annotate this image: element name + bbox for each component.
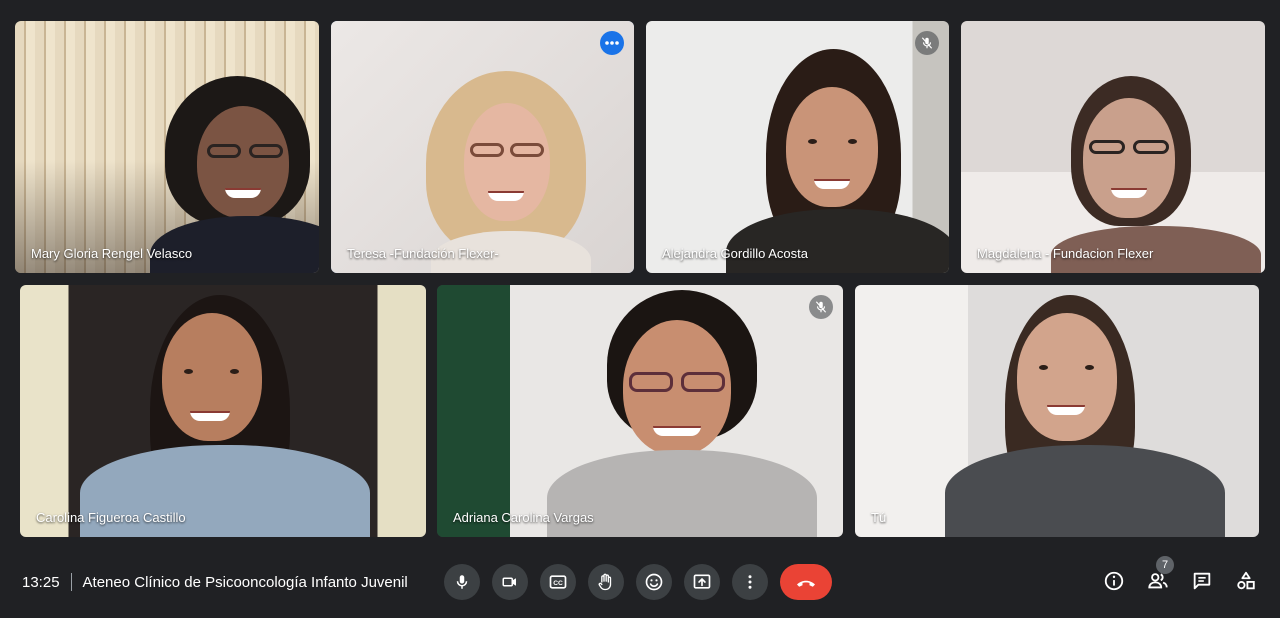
participant-figure	[150, 76, 319, 273]
camera-icon	[502, 577, 516, 587]
chat-button[interactable]	[1190, 569, 1214, 593]
participant-figure	[726, 49, 949, 273]
participant-figure	[945, 295, 1225, 537]
meeting-time: 13:25	[22, 573, 60, 591]
closed-captions-icon: CC	[549, 575, 567, 589]
info-icon	[1104, 571, 1124, 591]
participant-name: Teresa -Fundación Flexer-	[347, 246, 499, 261]
side-panel-buttons: 7	[1102, 556, 1258, 593]
participant-tile[interactable]: Carolina Figueroa Castillo	[20, 285, 426, 537]
participant-name: Adriana Carolina Vargas	[453, 510, 594, 525]
meet-call-screen: Mary Gloria Rengel Velasco Teresa -Funda…	[0, 0, 1280, 618]
end-call-button[interactable]	[780, 564, 832, 600]
end-call-icon	[797, 580, 815, 587]
muted-badge	[915, 31, 939, 55]
divider	[70, 573, 72, 591]
participant-tile-active[interactable]: Teresa -Fundación Flexer-	[331, 21, 634, 273]
participant-tile[interactable]: Alejandra Gordillo Acosta	[646, 21, 949, 273]
mic-off-icon	[921, 37, 933, 49]
present-screen-icon	[693, 574, 711, 589]
participant-figure	[426, 71, 596, 273]
captions-button[interactable]: CC	[540, 564, 576, 600]
self-view-tile[interactable]: Tú	[855, 285, 1259, 537]
participant-name: Mary Gloria Rengel Velasco	[31, 246, 193, 261]
meeting-info: 13:25 Ateneo Clínico de Psicooncología I…	[22, 573, 408, 591]
camera-button[interactable]	[492, 564, 528, 600]
raise-hand-button[interactable]	[588, 564, 624, 600]
call-controls: CC	[444, 564, 832, 600]
people-button[interactable]: 7	[1146, 556, 1174, 593]
activities-icon	[1237, 571, 1255, 590]
participant-figure	[80, 295, 380, 537]
participant-tile[interactable]: Magdalena - Fundacion Flexer	[961, 21, 1265, 273]
participant-figure	[1051, 76, 1261, 273]
meeting-details-button[interactable]	[1102, 569, 1126, 593]
svg-text:CC: CC	[553, 580, 563, 587]
microphone-button[interactable]	[444, 564, 480, 600]
raise-hand-icon	[598, 573, 612, 591]
chat-icon	[1193, 572, 1211, 590]
more-options-badge[interactable]	[600, 31, 624, 55]
bottom-toolbar: 13:25 Ateneo Clínico de Psicooncología I…	[0, 550, 1280, 618]
emoji-button[interactable]	[636, 564, 672, 600]
muted-badge	[809, 295, 833, 319]
participant-tile[interactable]: Adriana Carolina Vargas	[437, 285, 843, 537]
more-options-button[interactable]	[732, 564, 768, 600]
participant-figure	[547, 290, 817, 537]
emoji-icon	[645, 573, 663, 591]
participant-tile[interactable]: Mary Gloria Rengel Velasco	[15, 21, 319, 273]
more-options-icon	[748, 575, 752, 589]
meeting-title: Ateneo Clínico de Psicooncología Infanto…	[82, 573, 408, 591]
participant-count-badge: 7	[1156, 556, 1174, 574]
participant-name: Tú	[871, 510, 887, 525]
present-button[interactable]	[684, 564, 720, 600]
mic-off-icon	[815, 301, 827, 313]
more-horizontal-icon	[605, 41, 619, 45]
microphone-icon	[456, 575, 468, 589]
activities-button[interactable]	[1234, 569, 1258, 593]
participant-name: Carolina Figueroa Castillo	[36, 510, 186, 525]
participant-name: Alejandra Gordillo Acosta	[662, 246, 808, 261]
participant-name: Magdalena - Fundacion Flexer	[977, 246, 1154, 261]
